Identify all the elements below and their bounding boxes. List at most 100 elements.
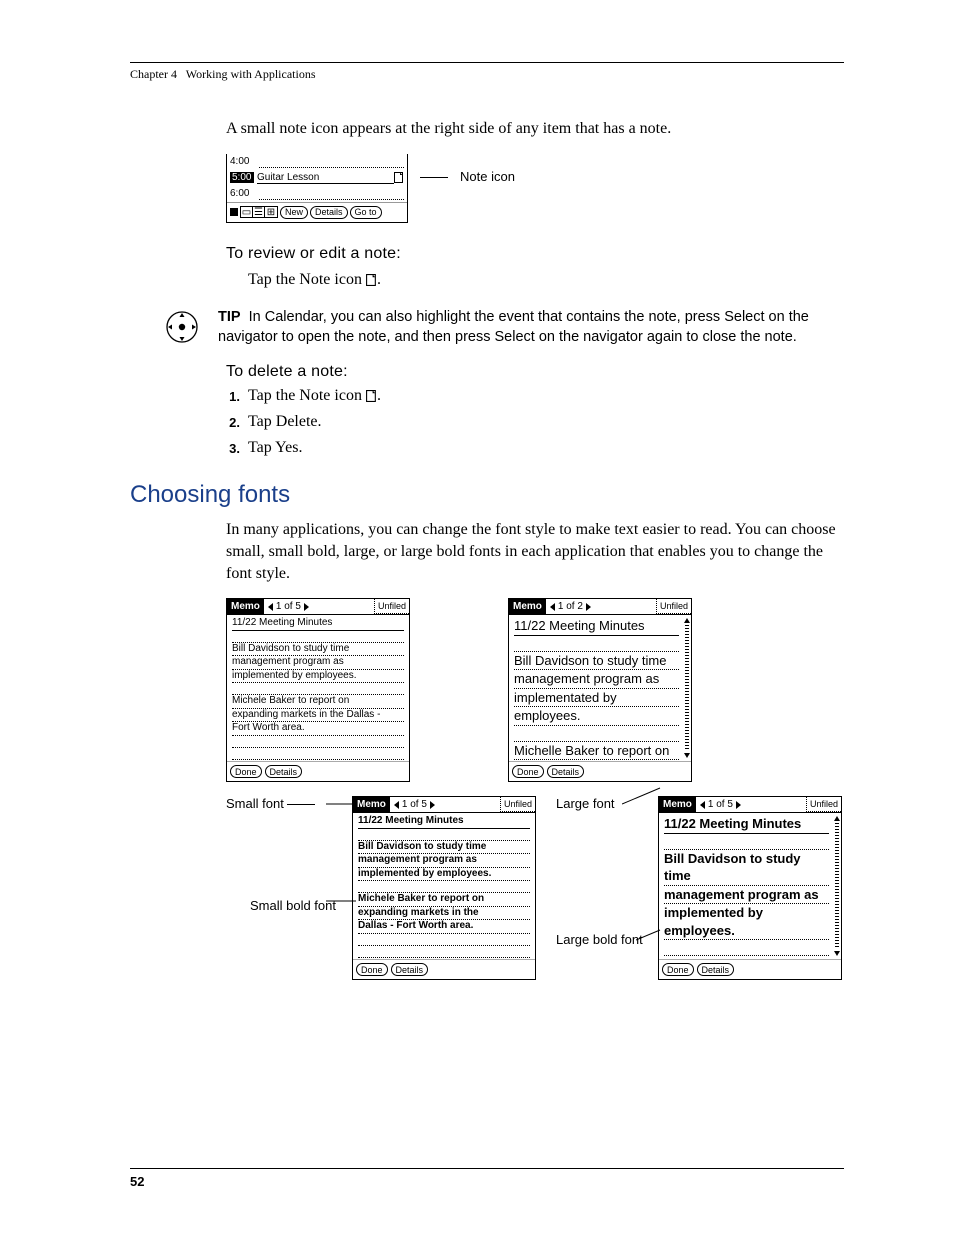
chapter-label: Chapter 4 xyxy=(130,67,177,81)
calendar-row: 4:00 xyxy=(227,154,407,170)
memo-line: Michele Baker to report on xyxy=(664,956,829,959)
memo-line xyxy=(358,829,530,841)
calendar-toolbar: ▭ ☰ ⊞ New Details Go to xyxy=(227,202,407,222)
goto-button: Go to xyxy=(350,206,382,219)
memo-body: 11/22 Meeting Minutes Bill Davidson to s… xyxy=(509,615,691,761)
done-button: Done xyxy=(512,765,544,778)
step-number: 2. xyxy=(226,413,240,431)
pager: 1 of 5 xyxy=(390,799,439,810)
details-button: Details xyxy=(265,765,303,778)
category: Unfiled xyxy=(374,599,409,614)
scroll-track xyxy=(685,625,689,751)
memo-line xyxy=(232,631,404,643)
memo-line: expanding markets in the Dallas - xyxy=(232,709,404,723)
memo-line xyxy=(514,726,679,742)
memo-line xyxy=(514,636,679,652)
memo-header: Memo 1 of 5 Unfiled xyxy=(353,797,535,813)
tip-block: TIP In Calendar, you can also highlight … xyxy=(130,308,844,347)
next-icon xyxy=(586,603,591,611)
memo-line: management program as xyxy=(232,656,404,670)
prev-icon xyxy=(394,801,399,809)
tip-body: In Calendar, you can also highlight the … xyxy=(218,309,809,345)
event-text xyxy=(259,188,404,200)
page-indicator: 1 of 5 xyxy=(276,601,301,612)
step-number: 1. xyxy=(226,387,240,405)
app-name: Memo xyxy=(227,599,264,614)
event-text xyxy=(259,156,404,168)
page-indicator: 1 of 2 xyxy=(558,601,583,612)
memo-header: Memo 1 of 5 Unfiled xyxy=(227,599,409,615)
memo-footer: Done Details xyxy=(227,761,409,781)
memo-title-line: 11/22 Meeting Minutes xyxy=(514,617,679,636)
calendar-window: 4:00 5:00 Guitar Lesson 6:00 ▭ ☰ xyxy=(226,154,408,223)
category: Unfiled xyxy=(656,599,691,614)
note-icon xyxy=(394,172,404,183)
memo-line: implementated by xyxy=(514,689,679,708)
memo-line: implemented by employees. xyxy=(664,904,829,940)
memo-body: 11/22 Meeting Minutes Bill Davidson to s… xyxy=(353,813,535,959)
memo-footer: Done Details xyxy=(353,959,535,979)
page-number: 52 xyxy=(130,1174,144,1189)
memo-footer: Done Details xyxy=(509,761,691,781)
navigator-icon xyxy=(164,309,200,345)
memo-line xyxy=(358,934,530,946)
step-text: Tap Delete. xyxy=(248,413,322,431)
review-heading: To review or edit a note: xyxy=(226,245,844,263)
week-view-icon: ☰ xyxy=(253,207,265,217)
memo-line xyxy=(664,834,829,850)
pager: 1 of 5 xyxy=(696,799,745,810)
memo-line xyxy=(232,748,404,760)
memo-line: implemented by employees. xyxy=(358,868,530,882)
done-button: Done xyxy=(230,765,262,778)
memo-title-line: 11/22 Meeting Minutes xyxy=(664,815,829,834)
callout-line xyxy=(636,928,662,942)
month-view-icon: ⊞ xyxy=(265,207,277,217)
memo-line: Fort Worth area. xyxy=(232,722,404,736)
memo-line xyxy=(358,881,530,893)
scroll-down-icon xyxy=(834,951,840,956)
memo-line: implemented by employees. xyxy=(232,670,404,684)
memo-large-bold: Memo 1 of 5 Unfiled 11/22 Meeting Minute… xyxy=(658,796,842,980)
prev-icon xyxy=(700,801,705,809)
memo-line: Michele Baker to report on xyxy=(232,695,404,709)
memo-line: Bill Davidson to study time xyxy=(358,841,530,855)
memo-small: Memo 1 of 5 Unfiled 11/22 Meeting Minute… xyxy=(226,598,410,782)
note-icon xyxy=(366,274,377,286)
memo-line: Bill Davidson to study time xyxy=(232,643,404,657)
memo-line: Michele Baker to report on xyxy=(358,893,530,907)
time-label: 6:00 xyxy=(230,188,256,199)
prev-icon xyxy=(550,603,555,611)
memo-line: management program as xyxy=(358,854,530,868)
section-heading: Choosing fonts xyxy=(130,481,844,509)
details-button: Details xyxy=(697,963,735,976)
page-indicator: 1 of 5 xyxy=(402,799,427,810)
view-switcher: ▭ ☰ ⊞ xyxy=(240,206,278,218)
scroll-down-icon xyxy=(684,753,690,758)
step-text: Tap the Note icon . xyxy=(248,387,381,405)
scrollbar xyxy=(834,816,840,956)
rule-top xyxy=(130,62,844,63)
app-name: Memo xyxy=(659,797,696,812)
intro-paragraph: A small note icon appears at the right s… xyxy=(226,118,844,140)
memo-small-bold: Memo 1 of 5 Unfiled 11/22 Meeting Minute… xyxy=(352,796,536,980)
done-button: Done xyxy=(356,963,388,976)
time-label: 4:00 xyxy=(230,156,256,167)
next-icon xyxy=(736,801,741,809)
memo-header: Memo 1 of 5 Unfiled xyxy=(659,797,841,813)
memo-line xyxy=(664,940,829,956)
day-view-icon: ▭ xyxy=(241,207,253,217)
next-icon xyxy=(430,801,435,809)
memo-line: employees. xyxy=(514,707,679,726)
note-icon xyxy=(366,390,377,402)
calendar-row: 6:00 xyxy=(227,186,407,202)
category: Unfiled xyxy=(806,797,841,812)
delete-steps: 1. Tap the Note icon . 2.Tap Delete. 3.T… xyxy=(226,387,844,457)
callout-label: Note icon xyxy=(460,169,515,184)
page-indicator: 1 of 5 xyxy=(708,799,733,810)
calendar-screenshot: 4:00 5:00 Guitar Lesson 6:00 ▭ ☰ xyxy=(226,154,844,223)
scroll-up-icon xyxy=(684,618,690,623)
label-large-bold-font: Large bold font xyxy=(556,932,646,947)
details-button: Details xyxy=(391,963,429,976)
memo-line xyxy=(358,946,530,958)
memo-line: management program as xyxy=(664,886,829,905)
